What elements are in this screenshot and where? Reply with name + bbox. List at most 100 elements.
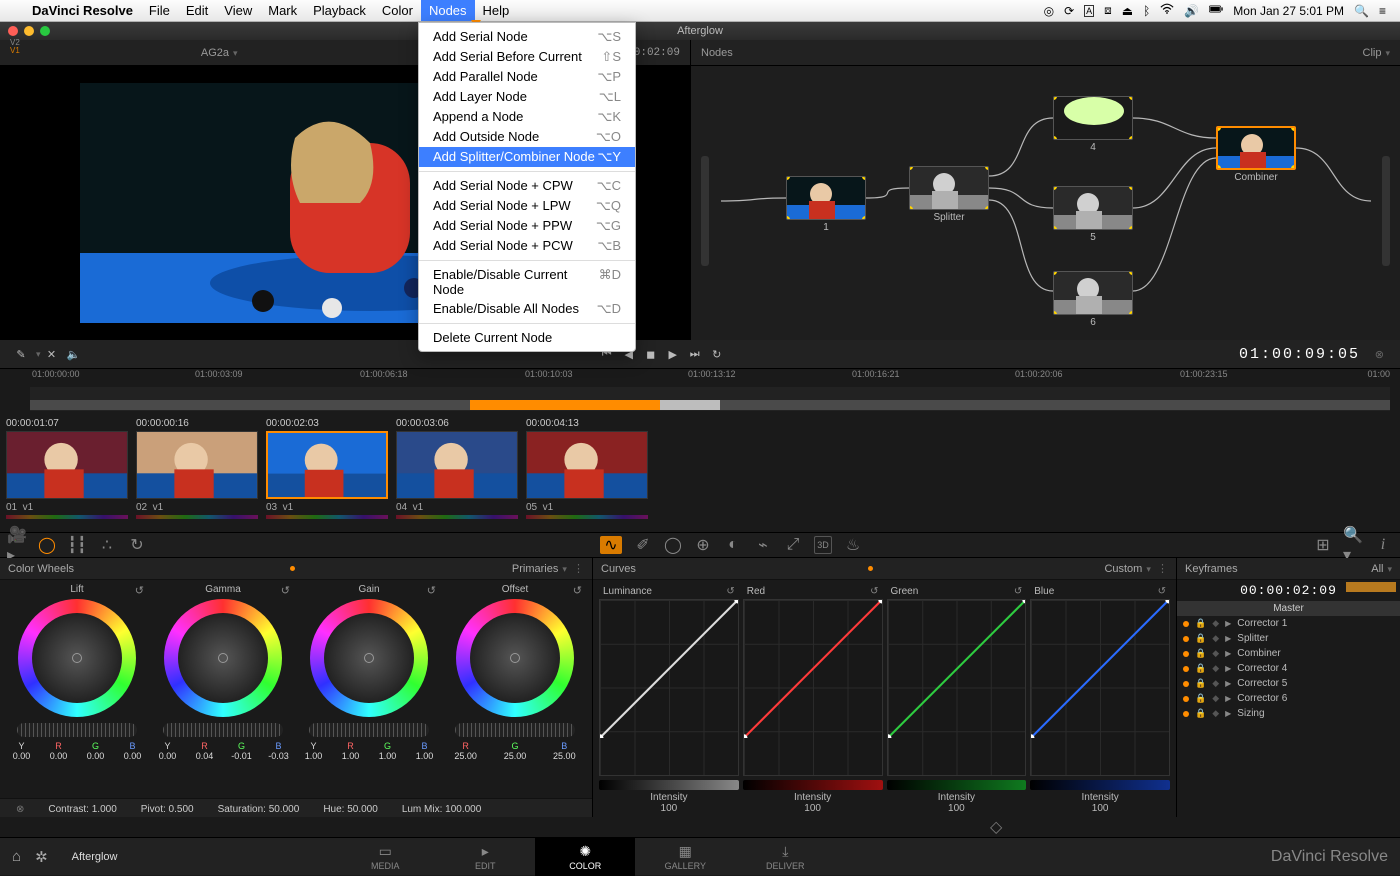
eyedropper-icon[interactable]: ✎	[10, 345, 32, 363]
menu-item[interactable]: Add Splitter/Combiner Node⌥Y	[419, 147, 635, 167]
keyframes-filter[interactable]: All	[1371, 563, 1383, 575]
menu-item[interactable]: Add Serial Node⌥S	[419, 27, 635, 47]
go-last-icon[interactable]: ⏭	[684, 345, 706, 363]
chevron-down-icon[interactable]: ▾	[1146, 564, 1151, 574]
nodes-head-mode[interactable]: Clip	[1363, 47, 1382, 59]
node-graph[interactable]: 1Splitter456Combiner	[691, 66, 1400, 340]
menu-item[interactable]: Enable/Disable All Nodes⌥D	[419, 299, 635, 319]
chevron-down-icon[interactable]: ▾	[1387, 564, 1392, 574]
lock-icon[interactable]: 🔒	[1195, 618, 1206, 629]
notifications-icon[interactable]: ≡	[1379, 4, 1386, 18]
sizing-icon[interactable]: ⤢	[784, 536, 802, 554]
intensity-slider[interactable]	[887, 780, 1027, 790]
search-icon[interactable]: 🔍▾	[1344, 536, 1362, 554]
reset-icon[interactable]: ↺	[1014, 586, 1022, 597]
disclosure-icon[interactable]: ▶	[1225, 649, 1231, 658]
active-dot-icon[interactable]	[1183, 651, 1189, 657]
reset-icon[interactable]: ⊗	[1375, 348, 1384, 361]
node-1[interactable]: 1	[786, 176, 866, 233]
keyframe-icon[interactable]: ◆	[1212, 648, 1219, 659]
play-icon[interactable]: ▶	[662, 345, 684, 363]
disclosure-icon[interactable]: ▶	[1225, 679, 1231, 688]
menu-item[interactable]: Append a Node⌥K	[419, 107, 635, 127]
tracking-icon[interactable]: ⊕	[694, 536, 712, 554]
intensity-slider[interactable]	[1030, 780, 1170, 790]
qualifier-icon[interactable]: ✐	[634, 536, 652, 554]
stop-icon[interactable]: ◼	[640, 345, 662, 363]
keyframe-row[interactable]: 🔒◆▶Splitter	[1177, 631, 1400, 646]
settings-icon[interactable]: ✲	[35, 848, 48, 866]
disclosure-icon[interactable]: ▶	[1225, 634, 1231, 643]
chevron-down-icon[interactable]: ▾	[562, 564, 567, 574]
menu-help[interactable]: Help	[475, 0, 518, 21]
menu-item[interactable]: Add Parallel Node⌥P	[419, 67, 635, 87]
data-burn-icon[interactable]: ♨	[844, 536, 862, 554]
menu-item[interactable]: Add Layer Node⌥L	[419, 87, 635, 107]
curve-editor[interactable]	[599, 599, 739, 776]
camera-raw-icon[interactable]: 🎥▸	[8, 536, 26, 554]
menu-item[interactable]: Add Outside Node⌥O	[419, 127, 635, 147]
chevron-down-icon[interactable]: ▾	[233, 48, 238, 58]
traffic-lights[interactable]	[0, 26, 50, 36]
color-wheels-icon[interactable]: ◯	[38, 536, 56, 554]
color-wheel[interactable]	[164, 599, 282, 717]
bluetooth-icon[interactable]: ᛒ	[1143, 4, 1150, 18]
keyframe-icon[interactable]: ◆	[1212, 708, 1219, 719]
keyframe-icon[interactable]: ◆	[1212, 678, 1219, 689]
eject-icon[interactable]: ⏏	[1122, 4, 1133, 18]
shuffle-icon[interactable]: ✕	[41, 345, 63, 363]
clip-thumbnail[interactable]: 00:00:01:0701 v1	[6, 418, 128, 532]
param-contrast[interactable]: Contrast: 1.000	[48, 804, 116, 815]
minimize-icon[interactable]	[24, 26, 34, 36]
intensity-slider[interactable]	[599, 780, 739, 790]
active-dot-icon[interactable]	[1183, 636, 1189, 642]
jog-wheel[interactable]	[163, 723, 283, 737]
page-edit[interactable]: ▸EDIT	[435, 838, 535, 876]
clip-thumbnail[interactable]: 00:00:00:1602 v1	[136, 418, 258, 532]
zoom-icon[interactable]	[40, 26, 50, 36]
reset-icon[interactable]: ↺	[870, 586, 878, 597]
jog-wheel[interactable]	[455, 723, 575, 737]
active-dot-icon[interactable]	[1183, 621, 1189, 627]
3d-icon[interactable]: 3D	[814, 536, 832, 554]
keyframe-row[interactable]: 🔒◆▶Corrector 4	[1177, 661, 1400, 676]
primaries-bars-icon[interactable]: ┇┇	[68, 536, 86, 554]
clock[interactable]: Mon Jan 27 5:01 PM	[1233, 4, 1344, 18]
menu-playback[interactable]: Playback	[305, 0, 374, 21]
reset-icon[interactable]: ↺	[726, 586, 734, 597]
lock-icon[interactable]: 🔒	[1195, 633, 1206, 644]
menu-nodes[interactable]: Nodes	[421, 0, 475, 21]
menu-item[interactable]: Enable/Disable Current Node⌘D	[419, 265, 635, 299]
timeline-tracks[interactable]	[30, 387, 1390, 411]
reset-icon[interactable]: ↺	[427, 584, 436, 597]
page-deliver[interactable]: ⤓DELIVER	[735, 838, 835, 876]
curve-editor[interactable]	[1030, 599, 1170, 776]
node-splitter[interactable]: Splitter	[909, 166, 989, 223]
keyframe-diamond-icon[interactable]: ◇	[990, 817, 1002, 837]
keyframes-master[interactable]: Master	[1177, 601, 1400, 616]
param-saturation[interactable]: Saturation: 50.000	[218, 804, 300, 815]
keyframe-row[interactable]: 🔒◆▶Corrector 6	[1177, 691, 1400, 706]
project-name[interactable]: Afterglow	[72, 851, 118, 863]
node-6[interactable]: 6	[1053, 271, 1133, 328]
param-hue[interactable]: Hue: 50.000	[323, 804, 378, 815]
reset-icon[interactable]: ↺	[573, 584, 582, 597]
node-combiner[interactable]: Combiner	[1216, 126, 1296, 183]
page-color[interactable]: ✺COLOR	[535, 838, 635, 876]
menu-item[interactable]: Add Serial Node + CPW⌥C	[419, 176, 635, 196]
keyframe-icon[interactable]: ◆	[1212, 663, 1219, 674]
lock-icon[interactable]: 🔒	[1195, 663, 1206, 674]
disclosure-icon[interactable]: ▶	[1225, 664, 1231, 673]
reset-icon[interactable]: ↺	[281, 584, 290, 597]
wifi-icon[interactable]	[1160, 2, 1174, 19]
key-icon[interactable]: ⌁	[754, 536, 772, 554]
menu-item[interactable]: Add Serial Node + LPW⌥Q	[419, 196, 635, 216]
keyframe-row[interactable]: 🔒◆▶Corrector 5	[1177, 676, 1400, 691]
curves-icon[interactable]: ∿	[600, 536, 622, 554]
keyframe-icon[interactable]: ◆	[1212, 693, 1219, 704]
lock-icon[interactable]: 🔒	[1195, 678, 1206, 689]
chevron-down-icon[interactable]: ▾	[1385, 48, 1390, 58]
reset-icon[interactable]: ↺	[1158, 586, 1166, 597]
jog-wheel[interactable]	[309, 723, 429, 737]
window-icon[interactable]: ◯	[664, 536, 682, 554]
